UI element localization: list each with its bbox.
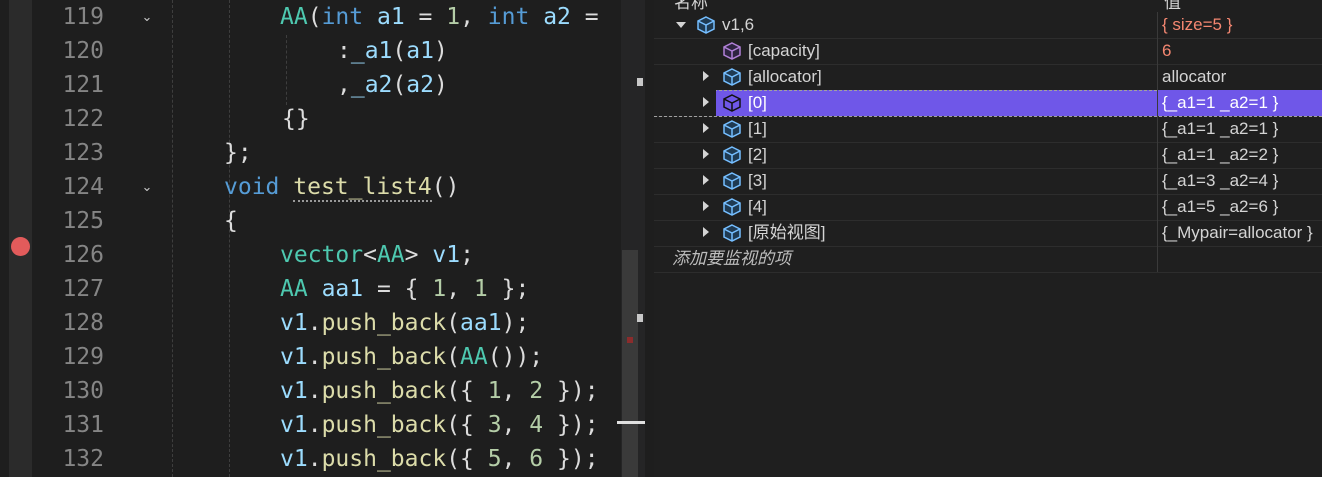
watch-name: [1] bbox=[748, 119, 767, 138]
watch-value: {_a1=5 _a2=6 } bbox=[1162, 197, 1279, 216]
code-editor[interactable]: 119 ⌄ AA(int a1 = 1, int a2 = 120 :_a1(a… bbox=[0, 0, 645, 477]
caret-marker bbox=[617, 421, 645, 424]
code-text: v1.push_back(aa1); bbox=[280, 310, 530, 336]
watch-row[interactable]: [原始视图] {_Mypair=allocator } bbox=[654, 220, 1322, 247]
property-cube-icon bbox=[723, 42, 741, 60]
code-text: { bbox=[224, 208, 238, 234]
line-number: 127 bbox=[62, 276, 104, 302]
code-line[interactable]: 119 ⌄ AA(int a1 = 1, int a2 = bbox=[0, 0, 620, 34]
scrollbar-thumb[interactable] bbox=[622, 250, 638, 477]
breakpoint-marker bbox=[627, 337, 633, 343]
expand-arrow-icon[interactable] bbox=[703, 97, 709, 107]
expand-arrow-icon[interactable] bbox=[703, 123, 709, 133]
code-text: v1.push_back(AA()); bbox=[280, 344, 544, 370]
watch-name: [allocator] bbox=[748, 67, 822, 86]
add-watch-placeholder[interactable]: 添加要监视的项 bbox=[672, 246, 791, 272]
expand-arrow-icon[interactable] bbox=[703, 175, 709, 185]
code-line[interactable]: 129 v1.push_back(AA()); bbox=[0, 340, 620, 374]
code-line[interactable]: 127 AA aa1 = { 1, 1 }; bbox=[0, 272, 620, 306]
watch-row[interactable]: [3] {_a1=3 _a2=4 } bbox=[654, 168, 1322, 195]
line-number: 124 bbox=[62, 174, 104, 200]
chevron-down-icon[interactable]: ⌄ bbox=[138, 8, 156, 26]
object-cube-icon bbox=[723, 224, 741, 242]
watch-value: { size=5 } bbox=[1162, 15, 1233, 34]
code-text: AA(int a1 = 1, int a2 = bbox=[280, 4, 599, 30]
code-text: {} bbox=[282, 106, 310, 132]
watch-window[interactable]: 名称 值 v1,6 { size=5 } [capacity] 6 [alloc… bbox=[654, 0, 1322, 477]
line-number: 122 bbox=[62, 106, 104, 132]
scroll-marker bbox=[637, 78, 643, 86]
code-line[interactable]: 122 {} bbox=[0, 102, 620, 136]
watch-value: {_Mypair=allocator } bbox=[1162, 223, 1313, 242]
watch-name: [0] bbox=[748, 93, 767, 112]
scroll-marker bbox=[637, 314, 643, 322]
watch-value: {_a1=1 _a2=1 } bbox=[1162, 119, 1279, 138]
code-line[interactable]: 130 v1.push_back({ 1, 2 }); bbox=[0, 374, 620, 408]
line-number: 119 bbox=[62, 4, 104, 30]
code-line[interactable]: 132 v1.push_back({ 5, 6 }); bbox=[0, 442, 620, 476]
add-watch-row[interactable]: 添加要监视的项 bbox=[654, 246, 1322, 273]
watch-header: 名称 值 bbox=[654, 0, 1322, 12]
collapse-arrow-icon[interactable] bbox=[676, 22, 686, 28]
watch-name: [4] bbox=[748, 197, 767, 216]
code-text: void test_list4() bbox=[224, 174, 460, 202]
line-number: 128 bbox=[62, 310, 104, 336]
code-line[interactable]: 128 v1.push_back(aa1); bbox=[0, 306, 620, 340]
watch-name: [2] bbox=[748, 145, 767, 164]
watch-row[interactable]: [1] {_a1=1 _a2=1 } bbox=[654, 116, 1322, 143]
code-text: v1.push_back({ 3, 4 }); bbox=[280, 412, 599, 438]
line-number: 121 bbox=[62, 72, 104, 98]
code-text: ,_a2(a2) bbox=[337, 72, 448, 98]
expand-arrow-icon[interactable] bbox=[703, 149, 709, 159]
expand-arrow-icon[interactable] bbox=[703, 71, 709, 81]
line-number: 126 bbox=[62, 242, 104, 268]
watch-value: allocator bbox=[1162, 67, 1227, 86]
watch-row[interactable]: [2] {_a1=1 _a2=2 } bbox=[654, 142, 1322, 169]
code-line[interactable]: 123 }; bbox=[0, 136, 620, 170]
watch-value: 6 bbox=[1162, 41, 1172, 60]
code-text: v1.push_back({ 5, 6 }); bbox=[280, 446, 599, 472]
code-line[interactable]: 126 vector<AA> v1; bbox=[0, 238, 620, 272]
code-text: AA aa1 = { 1, 1 }; bbox=[280, 276, 530, 302]
code-line[interactable]: 125 { bbox=[0, 204, 620, 238]
watch-value-empty bbox=[1158, 246, 1322, 272]
watch-row[interactable]: [allocator] allocator bbox=[654, 64, 1322, 91]
watch-row[interactable]: v1,6 { size=5 } bbox=[654, 12, 1322, 39]
line-number: 129 bbox=[62, 344, 104, 370]
code-text: vector<AA> v1; bbox=[280, 242, 474, 268]
object-cube-icon bbox=[723, 146, 741, 164]
line-number: 130 bbox=[62, 378, 104, 404]
object-cube-icon bbox=[723, 120, 741, 138]
code-text: v1.push_back({ 1, 2 }); bbox=[280, 378, 599, 404]
watch-name: v1,6 bbox=[722, 15, 755, 34]
watch-value: {_a1=1 _a2=1 } bbox=[1158, 90, 1322, 116]
code-line[interactable]: 124 ⌄ void test_list4() bbox=[0, 170, 620, 204]
watch-name: [3] bbox=[748, 171, 767, 190]
expand-arrow-icon[interactable] bbox=[703, 201, 709, 211]
code-line[interactable]: 120 :_a1(a1) bbox=[0, 34, 620, 68]
line-number: 120 bbox=[62, 38, 104, 64]
watch-row[interactable]: [4] {_a1=5 _a2=6 } bbox=[654, 194, 1322, 221]
object-cube-icon bbox=[723, 172, 741, 190]
watch-row[interactable]: [capacity] 6 bbox=[654, 38, 1322, 65]
line-number: 123 bbox=[62, 140, 104, 166]
code-line[interactable]: 121 ,_a2(a2) bbox=[0, 68, 620, 102]
watch-value: {_a1=1 _a2=2 } bbox=[1162, 145, 1279, 164]
object-cube-icon bbox=[723, 94, 741, 112]
code-text: :_a1(a1) bbox=[337, 38, 448, 64]
expand-arrow-icon[interactable] bbox=[703, 227, 709, 237]
line-number: 131 bbox=[62, 412, 104, 438]
object-cube-icon bbox=[723, 68, 741, 86]
line-number: 125 bbox=[62, 208, 104, 234]
watch-name: [capacity] bbox=[748, 41, 820, 60]
line-number: 132 bbox=[62, 446, 104, 472]
code-text: }; bbox=[224, 140, 252, 166]
code-line[interactable]: 131 v1.push_back({ 3, 4 }); bbox=[0, 408, 620, 442]
object-cube-icon bbox=[723, 198, 741, 216]
chevron-down-icon[interactable]: ⌄ bbox=[138, 178, 156, 196]
watch-name: [原始视图] bbox=[748, 223, 826, 242]
object-cube-icon bbox=[697, 16, 715, 34]
watch-row-selected[interactable]: [0] {_a1=1 _a2=1 } bbox=[654, 90, 1322, 117]
watch-value: {_a1=3 _a2=4 } bbox=[1162, 171, 1279, 190]
